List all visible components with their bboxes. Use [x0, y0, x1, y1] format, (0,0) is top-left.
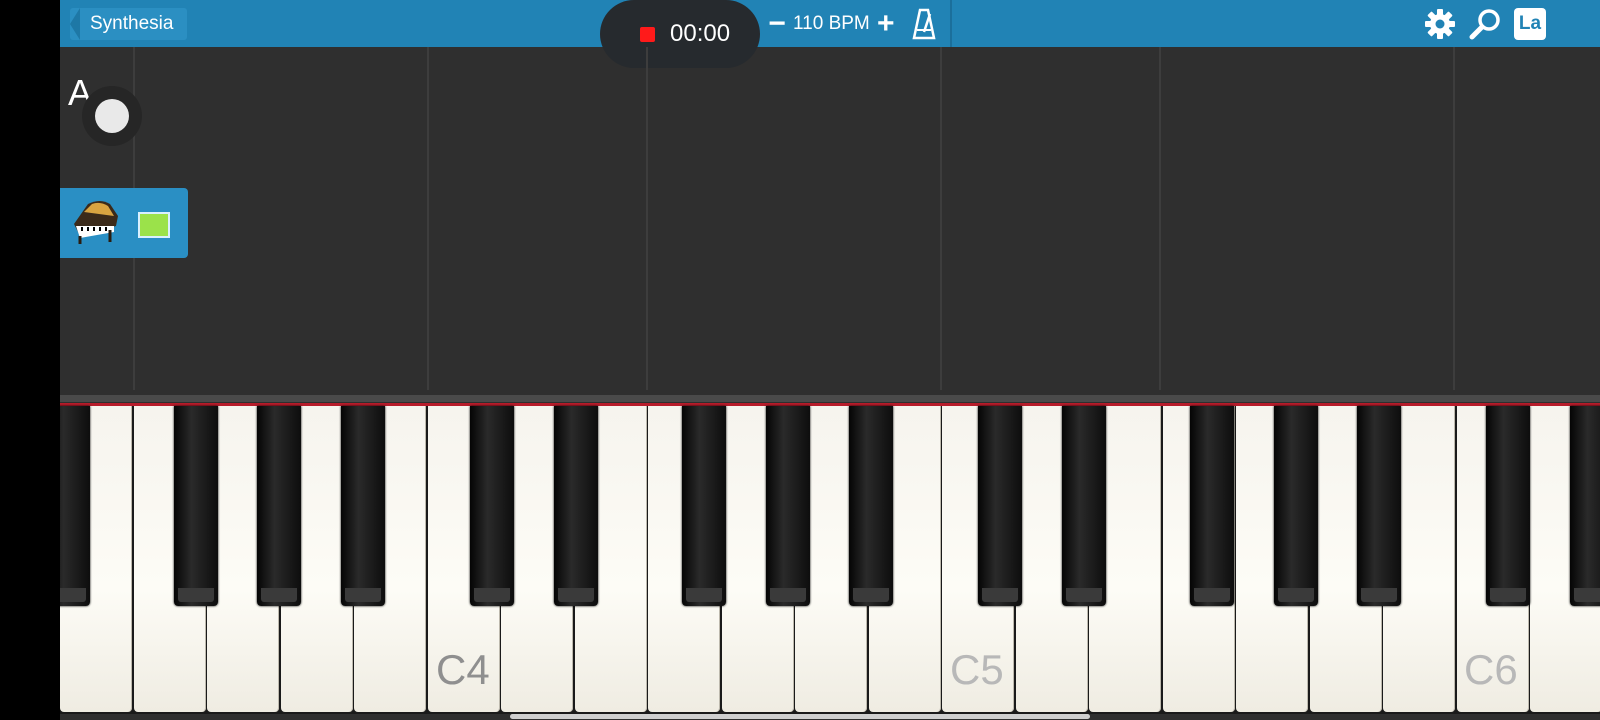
- tempo-control: − 110 BPM +: [765, 6, 898, 42]
- black-key[interactable]: [1357, 406, 1401, 606]
- black-key[interactable]: [1486, 406, 1530, 606]
- track-toggle[interactable]: [82, 86, 142, 146]
- black-key[interactable]: [978, 406, 1022, 606]
- black-key[interactable]: [1062, 406, 1106, 606]
- metronome-icon[interactable]: [912, 8, 936, 40]
- piano-icon: [74, 201, 118, 244]
- piano-keyboard: C4 C5 C6: [60, 406, 1600, 714]
- note-label-c5: C5: [950, 646, 1004, 693]
- note-label-c4: C4: [436, 646, 490, 693]
- note-label-c6: C6: [1464, 646, 1518, 693]
- grid-line: [1159, 47, 1161, 390]
- home-indicator[interactable]: [510, 714, 1090, 719]
- grid-line: [646, 47, 648, 390]
- black-key[interactable]: [1570, 406, 1600, 606]
- search-icon[interactable]: [1468, 6, 1504, 42]
- black-key[interactable]: [682, 406, 726, 606]
- top-toolbar: Synthesia 00:00 − 110 BPM + La: [60, 0, 1600, 68]
- grid-line: [1453, 47, 1455, 390]
- record-icon[interactable]: [640, 27, 655, 42]
- tempo-increase-button[interactable]: +: [874, 9, 898, 39]
- tempo-decrease-button[interactable]: −: [765, 9, 789, 39]
- black-key[interactable]: [766, 406, 810, 606]
- tempo-label: 110 BPM: [793, 13, 870, 34]
- instrument-track[interactable]: [60, 188, 188, 258]
- black-key[interactable]: [341, 406, 385, 606]
- record-control[interactable]: 00:00: [600, 0, 760, 68]
- black-key[interactable]: [174, 406, 218, 606]
- gear-icon[interactable]: [1422, 6, 1458, 42]
- black-key[interactable]: [470, 406, 514, 606]
- back-button[interactable]: Synthesia: [70, 8, 188, 40]
- record-timer: 00:00: [670, 20, 731, 47]
- black-key[interactable]: [1190, 406, 1234, 606]
- toolbar-divider: [950, 0, 952, 47]
- black-key[interactable]: [554, 406, 598, 606]
- track-color-swatch[interactable]: [138, 212, 170, 238]
- black-key[interactable]: [60, 406, 90, 606]
- la-icon[interactable]: La: [1514, 8, 1546, 40]
- black-key[interactable]: [1274, 406, 1318, 606]
- black-key[interactable]: [849, 406, 893, 606]
- grid-line: [940, 47, 942, 390]
- keyboard-divider: [60, 395, 1600, 402]
- synthesia-app: Synthesia 00:00 − 110 BPM + La A C4 C5 C…: [60, 0, 1600, 720]
- grid-line: [427, 47, 429, 390]
- black-key[interactable]: [257, 406, 301, 606]
